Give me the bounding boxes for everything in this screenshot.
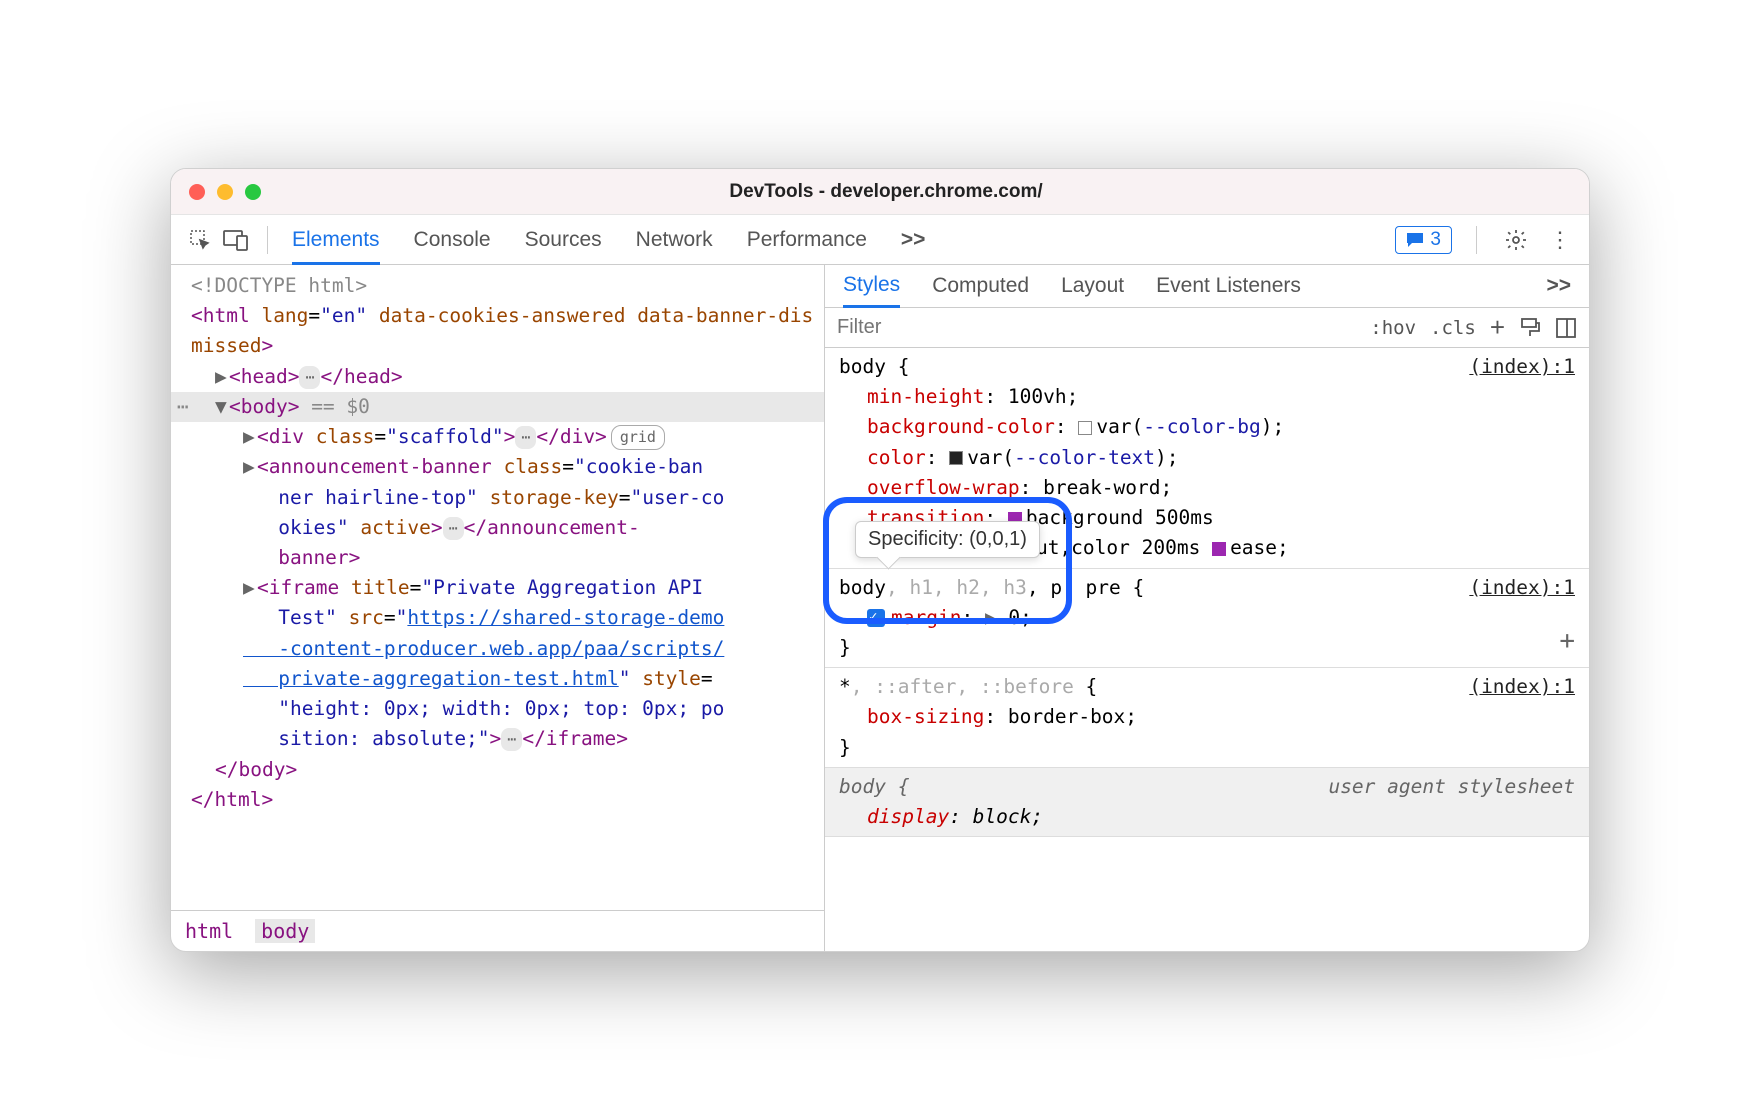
source-link[interactable]: (index):1	[1469, 352, 1575, 382]
dom-line[interactable]: <html lang="en" data-cookies-answered da…	[171, 301, 824, 361]
close-button[interactable]	[189, 184, 205, 200]
tab-layout[interactable]: Layout	[1061, 274, 1124, 306]
dom-line[interactable]: </html>	[171, 785, 824, 815]
computed-panel-icon[interactable]	[1555, 317, 1577, 339]
elements-panel: <!DOCTYPE html> <html lang="en" data-coo…	[171, 265, 825, 951]
message-icon	[1406, 232, 1424, 248]
css-prop[interactable]: color: var(--color-text);	[839, 443, 1575, 473]
titlebar: DevTools - developer.chrome.com/	[171, 169, 1589, 215]
tab-event-listeners[interactable]: Event Listeners	[1156, 274, 1301, 306]
window-title: DevTools - developer.chrome.com/	[261, 181, 1511, 203]
tab-elements[interactable]: Elements	[292, 218, 380, 265]
tab-console[interactable]: Console	[414, 218, 491, 262]
css-prop[interactable]: min-height: 100vh;	[839, 382, 1575, 412]
tab-performance[interactable]: Performance	[747, 218, 867, 262]
panel-tabs: Elements Console Sources Network Perform…	[292, 218, 925, 262]
selector: *, ::after, ::before {	[839, 675, 1097, 698]
issues-count: 3	[1430, 229, 1441, 251]
dom-line[interactable]: <!DOCTYPE html>	[171, 271, 824, 301]
minimize-button[interactable]	[217, 184, 233, 200]
dom-line[interactable]: ▶<head>⋯</head>	[171, 362, 824, 392]
inspect-icon[interactable]	[185, 225, 215, 255]
source-link[interactable]: (index):1	[1469, 672, 1575, 702]
zoom-button[interactable]	[245, 184, 261, 200]
source-link: user agent stylesheet	[1328, 772, 1575, 802]
source-link[interactable]: (index):1	[1469, 573, 1575, 603]
dom-line[interactable]: ▶<announcement-banner class="cookie-ban …	[171, 452, 824, 573]
tab-styles[interactable]: Styles	[843, 273, 900, 308]
css-rule-ua[interactable]: user agent stylesheet body { display: bl…	[825, 768, 1589, 837]
gear-icon[interactable]	[1501, 225, 1531, 255]
tab-computed[interactable]: Computed	[932, 274, 1029, 306]
filter-input[interactable]	[837, 316, 1356, 339]
main-toolbar: Elements Console Sources Network Perform…	[171, 215, 1589, 265]
specificity-tooltip: Specificity: (0,0,1)	[855, 521, 1040, 558]
device-toggle-icon[interactable]	[221, 225, 251, 255]
breadcrumb: html body	[171, 910, 824, 951]
kebab-icon[interactable]: ⋮	[1545, 225, 1575, 255]
selector: body {	[839, 355, 909, 378]
dom-tree[interactable]: <!DOCTYPE html> <html lang="en" data-coo…	[171, 265, 824, 910]
devtools-window: DevTools - developer.chrome.com/ Element…	[170, 168, 1590, 952]
cls-toggle[interactable]: .cls	[1430, 317, 1476, 339]
dom-line[interactable]: ▶<iframe title="Private Aggregation API …	[171, 573, 824, 754]
tabs-overflow[interactable]: >>	[901, 218, 926, 262]
cubic-bezier-icon[interactable]	[1212, 542, 1226, 556]
css-prop[interactable]: box-sizing: border-box;	[839, 702, 1575, 732]
breadcrumb-item[interactable]: body	[255, 919, 315, 943]
tabs-overflow[interactable]: >>	[1546, 274, 1571, 306]
selector: body {	[839, 775, 909, 798]
new-style-icon[interactable]: +	[1490, 312, 1505, 343]
breadcrumb-item[interactable]: html	[185, 919, 233, 943]
traffic-lights	[189, 184, 261, 200]
add-rule-icon[interactable]: +	[1559, 621, 1575, 661]
filter-bar: :hov .cls +	[825, 308, 1589, 348]
hov-toggle[interactable]: :hov	[1370, 317, 1416, 339]
styles-tabs: Styles Computed Layout Event Listeners >…	[825, 265, 1589, 308]
specificity-tooltip-highlight: Specificity: (0,0,1)	[823, 497, 1072, 624]
tab-sources[interactable]: Sources	[525, 218, 602, 262]
paint-icon[interactable]	[1519, 317, 1541, 339]
css-prop[interactable]: background-color: var(--color-bg);	[839, 412, 1575, 442]
dom-line[interactable]: </body>	[171, 755, 824, 785]
css-rule[interactable]: (index):1 *, ::after, ::before { box-siz…	[825, 668, 1589, 768]
css-prop: display: block;	[839, 802, 1575, 832]
tab-network[interactable]: Network	[636, 218, 713, 262]
grid-badge[interactable]: grid	[611, 425, 665, 450]
dom-line-selected[interactable]: ⋯▼<body> == $0	[171, 392, 824, 422]
issues-badge[interactable]: 3	[1395, 226, 1452, 254]
dom-line[interactable]: ▶<div class="scaffold">⋯</div>grid	[171, 422, 824, 452]
